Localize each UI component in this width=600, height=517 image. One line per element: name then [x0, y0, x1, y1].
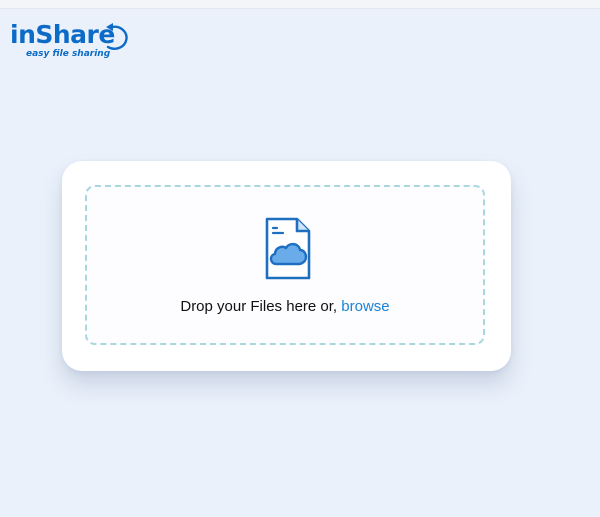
drop-zone[interactable]: Drop your Files here or, browse: [85, 185, 485, 345]
file-cloud-icon: [265, 217, 311, 280]
drop-text-label: Drop your Files here or,: [180, 298, 338, 315]
drop-instructions: Drop your Files here or, browse: [87, 298, 483, 316]
browser-top-strip: [0, 0, 600, 9]
upload-card: Drop your Files here or, browse: [62, 161, 511, 371]
logo-tagline: easy file sharing: [26, 49, 111, 59]
logo-title: inShare: [10, 20, 115, 49]
app-logo[interactable]: inShare easy file sharing: [10, 20, 132, 62]
browse-link[interactable]: browse: [341, 298, 389, 315]
